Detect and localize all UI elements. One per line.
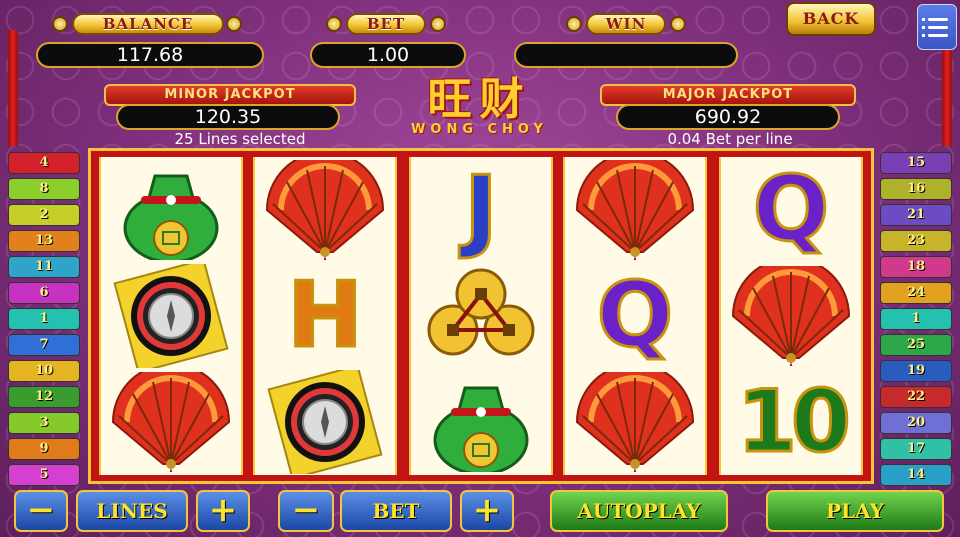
logo-chinese: 旺财 — [427, 74, 532, 125]
bet-value: 1.00 — [310, 42, 466, 68]
line-tab[interactable]: 23 — [880, 230, 952, 252]
coin-icon — [326, 16, 342, 32]
back-button[interactable]: BACK — [786, 2, 876, 36]
line-tab[interactable]: 8 — [8, 178, 80, 200]
lucky-vase-symbol — [101, 157, 241, 263]
menu-button[interactable] — [917, 4, 957, 50]
menu-icon — [922, 34, 948, 37]
lines-plus-button[interactable]: + — [196, 490, 250, 532]
play-button[interactable]: PLAY — [766, 490, 944, 532]
line-tab[interactable]: 13 — [8, 230, 80, 252]
line-tab[interactable]: 24 — [880, 282, 952, 304]
coin-icon — [430, 16, 446, 32]
menu-icon — [922, 18, 948, 21]
line-tab[interactable]: 16 — [880, 178, 952, 200]
coin-icon — [670, 16, 686, 32]
red-fan-symbol — [101, 369, 241, 475]
letter-q-symbol: Q — [595, 263, 674, 368]
line-tab[interactable]: 12 — [8, 386, 80, 408]
reel-1 — [99, 157, 243, 475]
line-tab[interactable]: 20 — [880, 412, 952, 434]
lines-button[interactable]: LINES — [76, 490, 188, 532]
line-tab[interactable]: 3 — [8, 412, 80, 434]
logo-english: WONG CHOY — [411, 122, 548, 137]
letter-q-symbol: Q — [751, 157, 830, 262]
compass-symbol — [101, 263, 241, 369]
win-value — [514, 42, 738, 68]
line-tab[interactable]: 18 — [880, 256, 952, 278]
line-tab[interactable]: 9 — [8, 438, 80, 460]
red-fan-symbol — [721, 263, 861, 369]
line-tab[interactable]: 2 — [8, 204, 80, 226]
line-tab[interactable]: 22 — [880, 386, 952, 408]
balance-label: BALANCE — [72, 13, 224, 35]
left-pillar — [8, 30, 18, 146]
line-tab[interactable]: 10 — [8, 360, 80, 382]
line-tab[interactable]: 19 — [880, 360, 952, 382]
line-tab[interactable]: 21 — [880, 204, 952, 226]
reels-frame: H J Q Q 10 — [88, 148, 874, 484]
red-fan-symbol — [565, 369, 705, 475]
line-tab[interactable]: 25 — [880, 334, 952, 356]
bet-info: 0.04 Bet per line — [667, 130, 793, 148]
major-jackpot-value: 690.92 — [616, 104, 840, 130]
coin-icon — [566, 16, 582, 32]
win-label: WIN — [586, 13, 666, 35]
bet-label: BET — [346, 13, 426, 35]
line-tab[interactable]: 5 — [8, 464, 80, 486]
lines-minus-button[interactable]: − — [14, 490, 68, 532]
line-tab[interactable]: 6 — [8, 282, 80, 304]
menu-icon — [922, 26, 948, 29]
line-tab[interactable]: 15 — [880, 152, 952, 174]
line-tab[interactable]: 14 — [880, 464, 952, 486]
reel-3: J — [409, 157, 553, 475]
game-logo: 旺财 WONG CHOY — [372, 78, 587, 144]
minor-jackpot-label: MINOR JACKPOT — [104, 84, 356, 106]
lines-info: 25 Lines selected — [174, 130, 306, 148]
line-tab[interactable]: 1 — [880, 308, 952, 330]
reel-2: H — [253, 157, 397, 475]
minor-jackpot-value: 120.35 — [116, 104, 340, 130]
red-fan-symbol — [255, 157, 395, 263]
coin-icon — [52, 16, 68, 32]
lucky-vase-symbol — [411, 369, 551, 475]
bet-plus-button[interactable]: + — [460, 490, 514, 532]
coins-symbol — [411, 263, 551, 369]
compass-symbol — [255, 369, 395, 475]
bet-minus-button[interactable]: − — [278, 490, 334, 532]
ten-symbol: 10 — [736, 372, 853, 472]
reel-5: Q 10 — [719, 157, 863, 475]
letter-h-symbol: H — [286, 263, 364, 368]
coin-icon — [226, 16, 242, 32]
major-jackpot-label: MAJOR JACKPOT — [600, 84, 856, 106]
reel-4: Q — [563, 157, 707, 475]
line-tab[interactable]: 7 — [8, 334, 80, 356]
line-tab[interactable]: 17 — [880, 438, 952, 460]
line-tab[interactable]: 11 — [8, 256, 80, 278]
balance-value: 117.68 — [36, 42, 264, 68]
letter-j-symbol: J — [463, 157, 499, 262]
bet-button[interactable]: BET — [340, 490, 452, 532]
line-tab[interactable]: 1 — [8, 308, 80, 330]
autoplay-button[interactable]: AUTOPLAY — [550, 490, 728, 532]
line-tab[interactable]: 4 — [8, 152, 80, 174]
red-fan-symbol — [565, 157, 705, 263]
